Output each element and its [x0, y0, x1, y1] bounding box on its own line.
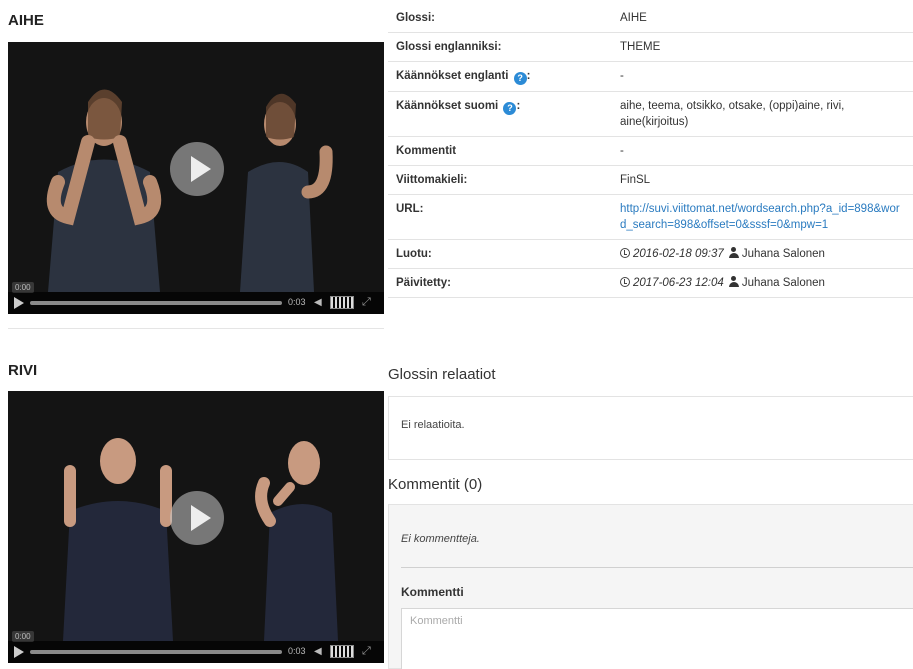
meta-value: aihe, teema, otsikko, otsake, (oppi)aine…	[612, 91, 913, 137]
table-row: Glossi: AIHE	[388, 4, 913, 33]
meta-value: -	[612, 136, 913, 166]
divider	[401, 567, 913, 568]
meta-key-colon: :	[526, 70, 531, 82]
speaker-icon[interactable]: ◀	[314, 646, 322, 657]
fullscreen-icon[interactable]: ⤢	[362, 296, 371, 309]
meta-key: Luotu:	[388, 239, 612, 269]
updated-user: Juhana Salonen	[741, 277, 825, 289]
meta-key-with-help: Käännökset suomi ?:	[388, 91, 612, 137]
user-icon	[728, 276, 739, 287]
updated-date: 2017-06-23 12:04	[633, 277, 724, 289]
video-title-rivi: RIVI	[8, 362, 38, 379]
created-date: 2016-02-18 09:37	[633, 248, 724, 260]
table-row: URL: http://suvi.viittomat.net/wordsearc…	[388, 194, 913, 240]
current-time: 0:00	[12, 282, 34, 293]
meta-key: Käännökset suomi	[396, 100, 499, 112]
comments-panel: Ei kommentteja. Kommentti	[388, 504, 913, 669]
play-icon[interactable]	[170, 491, 224, 545]
video-player-rivi[interactable]: 0:00 0:03 ◀ ⤢	[8, 391, 384, 663]
meta-key-with-help: Käännökset englanti ?:	[388, 61, 612, 92]
meta-value: FinSL	[612, 165, 913, 195]
progress-bar[interactable]	[30, 650, 282, 654]
meta-key: Päivitetty:	[388, 268, 612, 298]
url-link[interactable]: http://suvi.viittomat.net/wordsearch.php…	[620, 203, 900, 231]
user-icon	[728, 247, 739, 258]
duration: 0:03	[288, 297, 306, 307]
volume-slider[interactable]	[330, 296, 354, 309]
comments-empty-text: Ei kommentteja.	[401, 533, 480, 545]
table-row: Käännökset suomi ?: aihe, teema, otsikko…	[388, 91, 913, 137]
relations-title: Glossin relaatiot	[388, 366, 496, 383]
comment-input[interactable]	[401, 608, 913, 669]
meta-value: 2016-02-18 09:37 Juhana Salonen	[612, 239, 913, 269]
table-row: Luotu: 2016-02-18 09:37 Juhana Salonen	[388, 239, 913, 269]
progress-bar[interactable]	[30, 301, 282, 305]
table-row: Käännökset englanti ?: -	[388, 61, 913, 92]
meta-key: URL:	[388, 194, 612, 240]
table-row: Glossi englanniksi: THEME	[388, 32, 913, 62]
video-controls: 0:00 0:03 ◀ ⤢	[8, 282, 384, 314]
meta-key: Kommentit	[388, 136, 612, 166]
relations-panel: Ei relaatioita.	[388, 396, 913, 460]
meta-key: Glossi englanniksi:	[388, 32, 612, 62]
meta-value: http://suvi.viittomat.net/wordsearch.php…	[612, 194, 913, 240]
table-row: Viittomakieli: FinSL	[388, 165, 913, 195]
created-user: Juhana Salonen	[741, 248, 825, 260]
video-controls: 0:00 0:03 ◀ ⤢	[8, 631, 384, 663]
clock-icon	[620, 248, 630, 258]
clock-icon	[620, 277, 630, 287]
video-title-aihe: AIHE	[8, 12, 44, 29]
table-row: Kommentit -	[388, 136, 913, 166]
help-icon[interactable]: ?	[513, 72, 527, 85]
meta-value: -	[612, 61, 913, 92]
volume-slider[interactable]	[330, 645, 354, 658]
video-player-aihe[interactable]: 0:00 0:03 ◀ ⤢	[8, 42, 384, 314]
meta-key: Viittomakieli:	[388, 165, 612, 195]
speaker-icon[interactable]: ◀	[314, 297, 322, 308]
meta-key: Glossi:	[388, 4, 612, 33]
play-small-icon[interactable]	[14, 297, 24, 309]
meta-key-colon: :	[516, 100, 521, 112]
play-icon[interactable]	[170, 142, 224, 196]
meta-value: 2017-06-23 12:04 Juhana Salonen	[612, 268, 913, 298]
current-time: 0:00	[12, 631, 34, 642]
gloss-metadata-table: Glossi: AIHE Glossi englanniksi: THEME K…	[388, 4, 913, 298]
meta-value: AIHE	[612, 4, 913, 33]
help-icon[interactable]: ?	[503, 102, 517, 115]
table-row: Päivitetty: 2017-06-23 12:04 Juhana Salon…	[388, 268, 913, 298]
meta-key: Käännökset englanti	[396, 70, 509, 82]
duration: 0:03	[288, 646, 306, 656]
comment-field-label: Kommentti	[401, 585, 464, 599]
divider	[8, 328, 384, 329]
fullscreen-icon[interactable]: ⤢	[362, 645, 371, 658]
comments-title: Kommentit (0)	[388, 476, 483, 493]
meta-value: THEME	[612, 32, 913, 62]
play-small-icon[interactable]	[14, 646, 24, 658]
relations-empty-text: Ei relaatioita.	[401, 419, 465, 431]
